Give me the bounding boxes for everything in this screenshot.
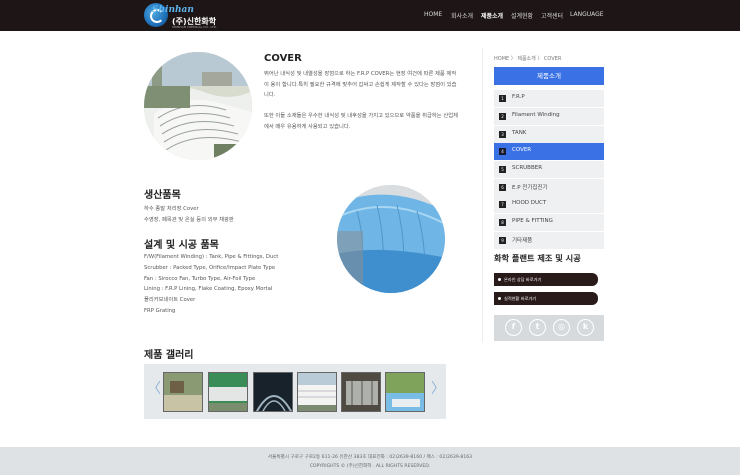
gallery-heading: 제품 갤러리: [144, 350, 194, 361]
products-item: 하수 종말 처리장 Cover: [144, 206, 199, 212]
site-footer: 서울특별시 구로구 구로2동 611-26 유한산 383호 대표전화 : 02…: [0, 447, 740, 475]
gallery-thumb[interactable]: [297, 372, 337, 412]
sidebar-item-label: Filament Winding: [512, 112, 560, 118]
cover-desc-paragraph-2: 또한 이들 소재들은 우수한 내식성 및 내후성을 가지고 있으므로 약품을 취…: [264, 113, 458, 130]
nav-products[interactable]: 제품소개: [481, 11, 503, 20]
facebook-icon[interactable]: f: [505, 319, 522, 336]
nav-language[interactable]: LANGUAGE: [570, 11, 604, 18]
gallery-thumb-image: [254, 373, 292, 411]
sidebar-item-number: 8: [499, 219, 506, 226]
products-list: 하수 종말 처리장 Cover 수영장, 폐목관 및 온실 등의 외부 채광판: [144, 204, 234, 225]
sidebar-item-label: HOOD DUCT: [512, 200, 547, 206]
nav-home[interactable]: HOME: [424, 11, 442, 18]
performance-link[interactable]: 실적현황 바로가기: [494, 292, 598, 305]
kakao-icon[interactable]: k: [577, 319, 594, 336]
sidebar-item-label: COVER: [512, 147, 532, 153]
gallery-thumb[interactable]: [341, 372, 381, 412]
cover-product-image: [144, 52, 252, 160]
products-item: 수영장, 폐목관 및 온실 등의 외부 채광판: [144, 216, 234, 223]
sidebar-item-ep[interactable]: 6 E.P 전기집진기: [494, 179, 604, 196]
pill-label: 온라인 상담 바로가기: [504, 276, 542, 282]
gallery-thumb-image: [164, 373, 202, 411]
gallery-thumb-image: [209, 373, 247, 411]
logo-english: Shinhan: [152, 5, 194, 15]
bullet-icon: [498, 278, 501, 281]
top-header: Shinhan (주)신한화학 SHINHAN CHEMICAL CO., LT…: [0, 0, 740, 31]
nav-support[interactable]: 고객센터: [541, 11, 563, 20]
gallery-thumb-image: [298, 373, 336, 411]
nav-company[interactable]: 회사소개: [451, 11, 473, 20]
sidebar-item-label: PIPE & FITTING: [512, 218, 553, 224]
sidebar-item-tank[interactable]: 3 TANK: [494, 126, 604, 143]
sidebar-item-hood-duct[interactable]: 7 HOOD DUCT: [494, 196, 604, 213]
gallery-thumb-image: [386, 373, 424, 411]
sidebar-item-number: 4: [499, 148, 506, 155]
instagram-icon[interactable]: ◎: [553, 319, 570, 336]
cover-description: 뛰어난 내식성 및 내열성을 장점으로 하는 F.R.P COVER는 현장 여…: [264, 69, 460, 143]
chemical-plant-heading: 화학 플랜트 제조 및 시공: [494, 253, 581, 263]
gallery-thumb[interactable]: [253, 372, 293, 412]
gallery-thumb[interactable]: [208, 372, 248, 412]
sidebar-item-number: 7: [499, 201, 506, 208]
sidebar-item-label: SCRUBBER: [512, 165, 543, 171]
tank-photo-illustration: [337, 185, 445, 293]
gallery-next-button[interactable]: 〉: [431, 382, 445, 396]
design-item: Scrubber : Packed Type, Orifice/Impact P…: [144, 264, 276, 271]
design-item: 폴리카보네이트 Cover: [144, 297, 196, 304]
pill-label: 실적현황 바로가기: [504, 295, 537, 301]
sidebar-item-number: 9: [499, 237, 506, 244]
social-links: f t ◎ k: [494, 315, 604, 341]
footer-address: 서울특별시 구로구 구로2동 611-26 유한산 383호 대표전화 : 02…: [267, 455, 473, 460]
online-consult-link[interactable]: 온라인 상담 바로가기: [494, 273, 598, 286]
design-item: Fan : Sirocco Fan, Turbo Type, Air-Foil …: [144, 275, 256, 282]
sidebar-item-label: 기타제품: [512, 238, 533, 244]
company-logo[interactable]: Shinhan (주)신한화학 SHINHAN CHEMICAL CO., LT…: [144, 3, 224, 29]
logo-subtitle: SHINHAN CHEMICAL CO., LTD.: [172, 25, 217, 29]
sidebar-item-number: 6: [499, 184, 506, 191]
sidebar-item-label: E.P 전기집진기: [512, 185, 548, 191]
breadcrumb: HOME 〉 제품소개 〉 COVER: [494, 56, 562, 62]
sidebar-item-number: 1: [499, 95, 506, 102]
footer-copyright: COPYRIGHTS © (주)신한화학 . ALL RIGHTS RESERV…: [309, 464, 431, 469]
sidebar-item-other[interactable]: 9 기타제품: [494, 232, 604, 249]
sidebar-item-pipe-fitting[interactable]: 8 PIPE & FITTING: [494, 214, 604, 231]
design-list: F/W(Filament Winding) : Tank, Pipe & Fit…: [144, 252, 278, 317]
twitter-icon[interactable]: t: [529, 319, 546, 336]
sidebar-item-frp[interactable]: 1 F.R.P: [494, 90, 604, 107]
sidebar-item-cover[interactable]: 4 COVER: [494, 143, 604, 160]
product-gallery: 〈 〉: [144, 364, 446, 419]
gallery-thumb-image: [342, 373, 380, 411]
sidebar-item-label: TANK: [512, 130, 527, 136]
design-item: FRP Grating: [144, 307, 176, 314]
gallery-prev-button[interactable]: 〈: [147, 382, 161, 396]
products-heading: 생산품목: [144, 190, 181, 201]
sidebar-item-filament-winding[interactable]: 2 Filament Winding: [494, 108, 604, 125]
cover-desc-paragraph-1: 뛰어난 내식성 및 내열성을 장점으로 하는 F.R.P COVER는 현장 여…: [264, 71, 457, 99]
sidebar-heading: 제품소개: [494, 67, 604, 85]
content-divider: [482, 48, 483, 342]
sidebar-item-scrubber[interactable]: 5 SCRUBBER: [494, 161, 604, 178]
design-item: Lining : F.R.P Lining, Flake Coating, Ep…: [144, 286, 273, 293]
sidebar-item-label: F.R.P: [512, 94, 525, 100]
design-heading: 설계 및 시공 품목: [144, 240, 219, 251]
cover-photo-illustration: [144, 52, 252, 160]
gallery-thumb[interactable]: [385, 372, 425, 412]
sidebar-item-number: 3: [499, 131, 506, 138]
sidebar-item-number: 2: [499, 113, 506, 120]
tank-product-image: [337, 185, 445, 293]
bullet-icon: [498, 297, 501, 300]
sidebar-item-number: 5: [499, 166, 506, 173]
cover-title: COVER: [264, 53, 302, 64]
design-item: F/W(Filament Winding) : Tank, Pipe & Fit…: [144, 254, 279, 260]
gallery-thumb[interactable]: [163, 372, 203, 412]
nav-design[interactable]: 설계현황: [511, 11, 533, 20]
